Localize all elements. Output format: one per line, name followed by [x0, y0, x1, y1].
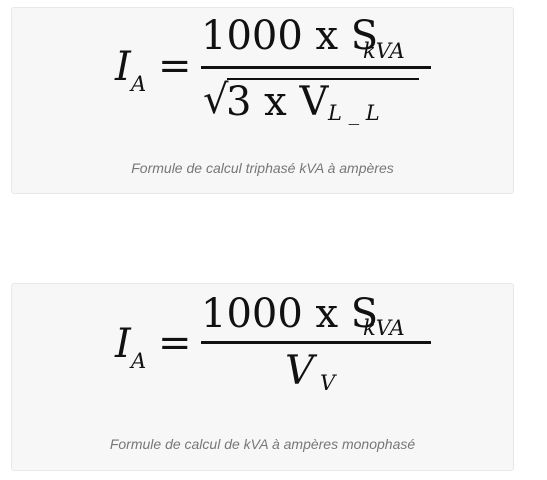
numerator-subscript: kVA [363, 39, 405, 63]
fraction-bar [201, 66, 431, 69]
fraction-bar [201, 341, 431, 344]
equals-sign: = [158, 43, 192, 89]
lhs-symbol: I [115, 44, 131, 90]
formula-card-three-phase: I A = 1000 x S kVA √ 3 x V L _ L Formule… [11, 7, 514, 194]
numerator: 1000 x S [201, 291, 379, 337]
formula-card-single-phase: I A = 1000 x S kVA V V Formule de calcul… [11, 283, 514, 471]
numerator-subscript: kVA [363, 316, 405, 340]
formula-caption: Formule de calcul de kVA à ampères monop… [109, 436, 416, 452]
denominator: 3 x V [226, 79, 329, 125]
lhs-symbol: I [115, 321, 131, 367]
denominator-subscript: V [320, 371, 336, 395]
equals-sign: = [158, 320, 192, 366]
formula-caption: Formule de calcul triphasé kVA à ampères [131, 160, 394, 176]
lhs-subscript: A [131, 349, 147, 373]
radical-sign: √ [203, 77, 229, 123]
lhs-subscript: A [131, 72, 147, 96]
numerator: 1000 x S [201, 13, 379, 59]
denominator: V [285, 348, 314, 394]
denominator-subscript: L _ L [328, 101, 380, 125]
